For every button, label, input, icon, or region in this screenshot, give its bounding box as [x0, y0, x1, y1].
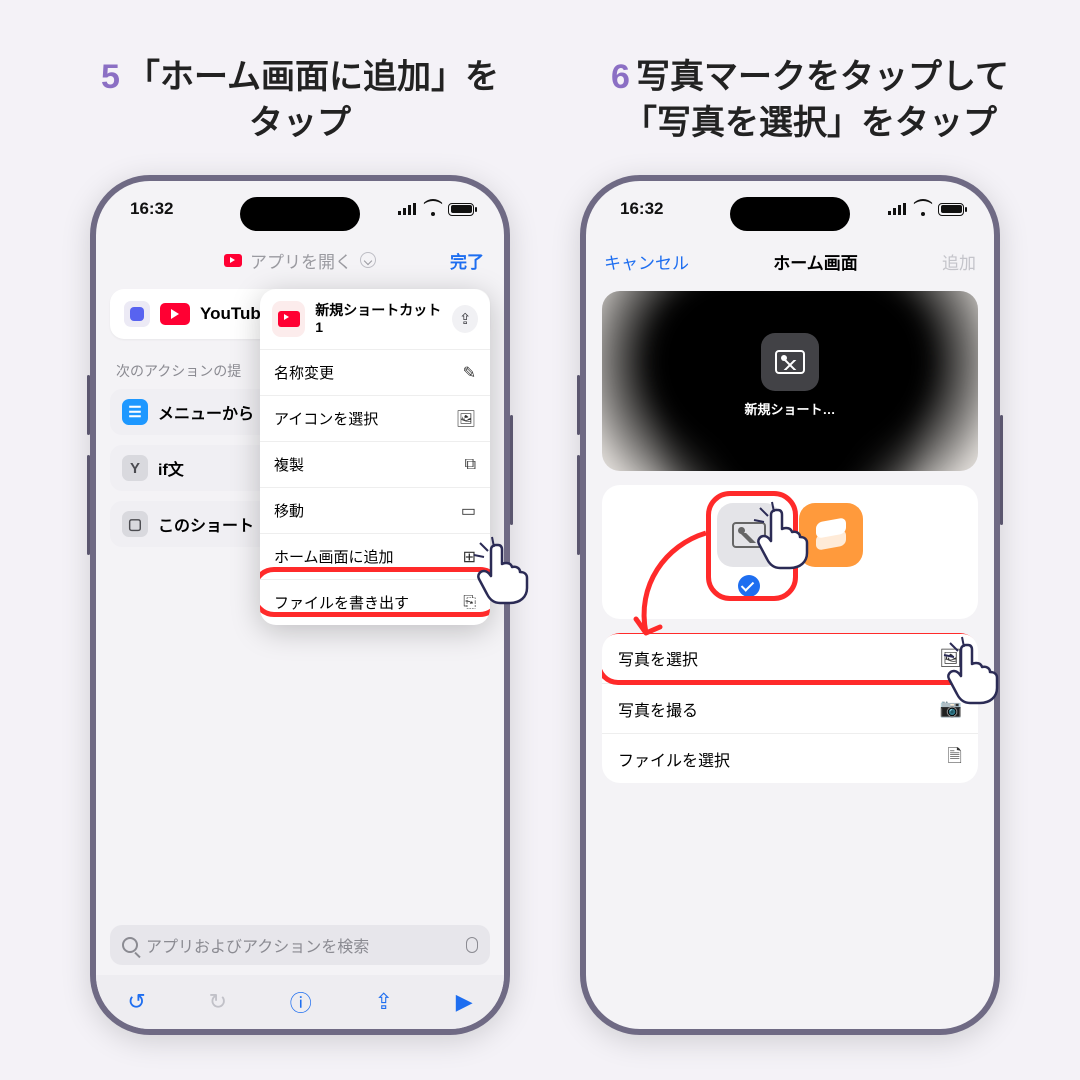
menu-add-to-home[interactable]: ホーム画面に追加⊞ — [260, 533, 490, 579]
youtube-icon — [160, 303, 190, 325]
step-number: 6 — [611, 58, 630, 96]
shortcut-icon — [272, 301, 305, 337]
choose-file-row[interactable]: ファイルを選択 🗎 — [602, 733, 978, 783]
photo-icon — [775, 350, 805, 374]
share-toolbar-button[interactable]: ⇪ — [375, 989, 393, 1015]
branch-icon: Y — [122, 455, 148, 481]
home-preview: 新規ショート… — [602, 291, 978, 471]
cancel-button[interactable]: キャンセル — [604, 249, 689, 274]
camera-icon: 📷 — [940, 698, 962, 719]
share-button[interactable]: ⇪ — [452, 305, 478, 333]
card-label: YouTub — [200, 304, 261, 324]
folder-icon: ▭ — [461, 501, 476, 521]
menu-rename[interactable]: 名称変更✎ — [260, 349, 490, 395]
nav-bar: キャンセル ホーム画面 追加 — [586, 237, 994, 285]
redo-button[interactable]: ↻ — [209, 989, 227, 1015]
photo-source-list: 写真を選択 🖼 写真を撮る 📷 ファイルを選択 🗎 — [602, 633, 978, 783]
layers-icon — [816, 520, 846, 550]
file-icon: 🗎 — [948, 744, 962, 774]
header-title: アプリを開く — [250, 248, 352, 273]
duplicate-icon: ⧉ — [465, 456, 476, 474]
mic-icon[interactable] — [466, 937, 478, 953]
stop-icon: ▢ — [122, 511, 148, 537]
choose-photo-row[interactable]: 写真を選択 🖼 — [602, 633, 978, 683]
icon-option-photo[interactable] — [717, 503, 781, 597]
battery-icon — [448, 203, 474, 216]
menu-move[interactable]: 移動▭ — [260, 487, 490, 533]
chevron-down-icon[interactable] — [360, 252, 376, 268]
preview-icon — [761, 333, 819, 391]
phone-left: 16:32 アプリを開く 完了 YouTub 次のアクショ — [90, 175, 510, 1035]
phone-right: 16:32 キャンセル ホーム画面 追加 新規ショート… — [580, 175, 1000, 1035]
app-icon — [124, 301, 150, 327]
add-button[interactable]: 追加 — [942, 249, 976, 274]
dynamic-island — [240, 197, 360, 231]
take-photo-row[interactable]: 写真を撮る 📷 — [602, 683, 978, 733]
preview-label: 新規ショート… — [602, 399, 978, 418]
menu-duplicate[interactable]: 複製⧉ — [260, 441, 490, 487]
wifi-icon — [424, 203, 442, 216]
youtube-icon — [224, 254, 242, 267]
step-6-caption: 6写真マークをタップして 「写真を選択」をタップ — [570, 55, 1050, 147]
signal-icon — [888, 203, 908, 215]
search-placeholder: アプリおよびアクションを検索 — [146, 933, 369, 957]
photo-icon — [732, 522, 766, 548]
menu-export-file[interactable]: ファイルを書き出す⎘ — [260, 579, 490, 625]
menu-icon: ☰ — [122, 399, 148, 425]
options-popup: 新規ショートカット 1 ⇪ 名称変更✎ アイコンを選択🖼 複製⧉ 移動▭ ホーム… — [260, 289, 490, 625]
info-button[interactable]: ⓘ — [290, 986, 312, 1018]
popup-title: 新規ショートカット 1 — [315, 302, 442, 337]
status-time: 16:32 — [620, 199, 663, 219]
step-5-caption: 5「ホーム画面に追加」を タップ — [60, 55, 540, 147]
photo-icon: 🖼 — [456, 409, 476, 429]
icon-option-shortcut[interactable] — [799, 503, 863, 567]
editor-header: アプリを開く 完了 — [96, 237, 504, 283]
pencil-icon: ✎ — [463, 363, 476, 383]
screen-left: 16:32 アプリを開く 完了 YouTub 次のアクショ — [96, 181, 504, 1029]
export-icon: ⎘ — [463, 594, 476, 612]
wifi-icon — [914, 203, 932, 216]
done-button[interactable]: 完了 — [450, 248, 484, 273]
bottom-toolbar: ↺ ↻ ⓘ ⇪ ▶ — [96, 975, 504, 1029]
icon-picker-card — [602, 485, 978, 619]
checkmark-icon — [738, 575, 760, 597]
photo-icon: 🖼 — [939, 648, 962, 669]
battery-icon — [938, 203, 964, 216]
step-number: 5 — [101, 58, 120, 96]
signal-icon — [398, 203, 418, 215]
menu-choose-icon[interactable]: アイコンを選択🖼 — [260, 395, 490, 441]
nav-title: ホーム画面 — [773, 249, 858, 274]
screen-right: 16:32 キャンセル ホーム画面 追加 新規ショート… — [586, 181, 994, 1029]
play-button[interactable]: ▶ — [456, 989, 473, 1015]
search-icon — [122, 937, 138, 953]
plus-square-icon: ⊞ — [463, 547, 476, 567]
search-bar[interactable]: アプリおよびアクションを検索 — [110, 925, 490, 965]
status-time: 16:32 — [130, 199, 173, 219]
dynamic-island — [730, 197, 850, 231]
undo-button[interactable]: ↺ — [127, 989, 145, 1015]
